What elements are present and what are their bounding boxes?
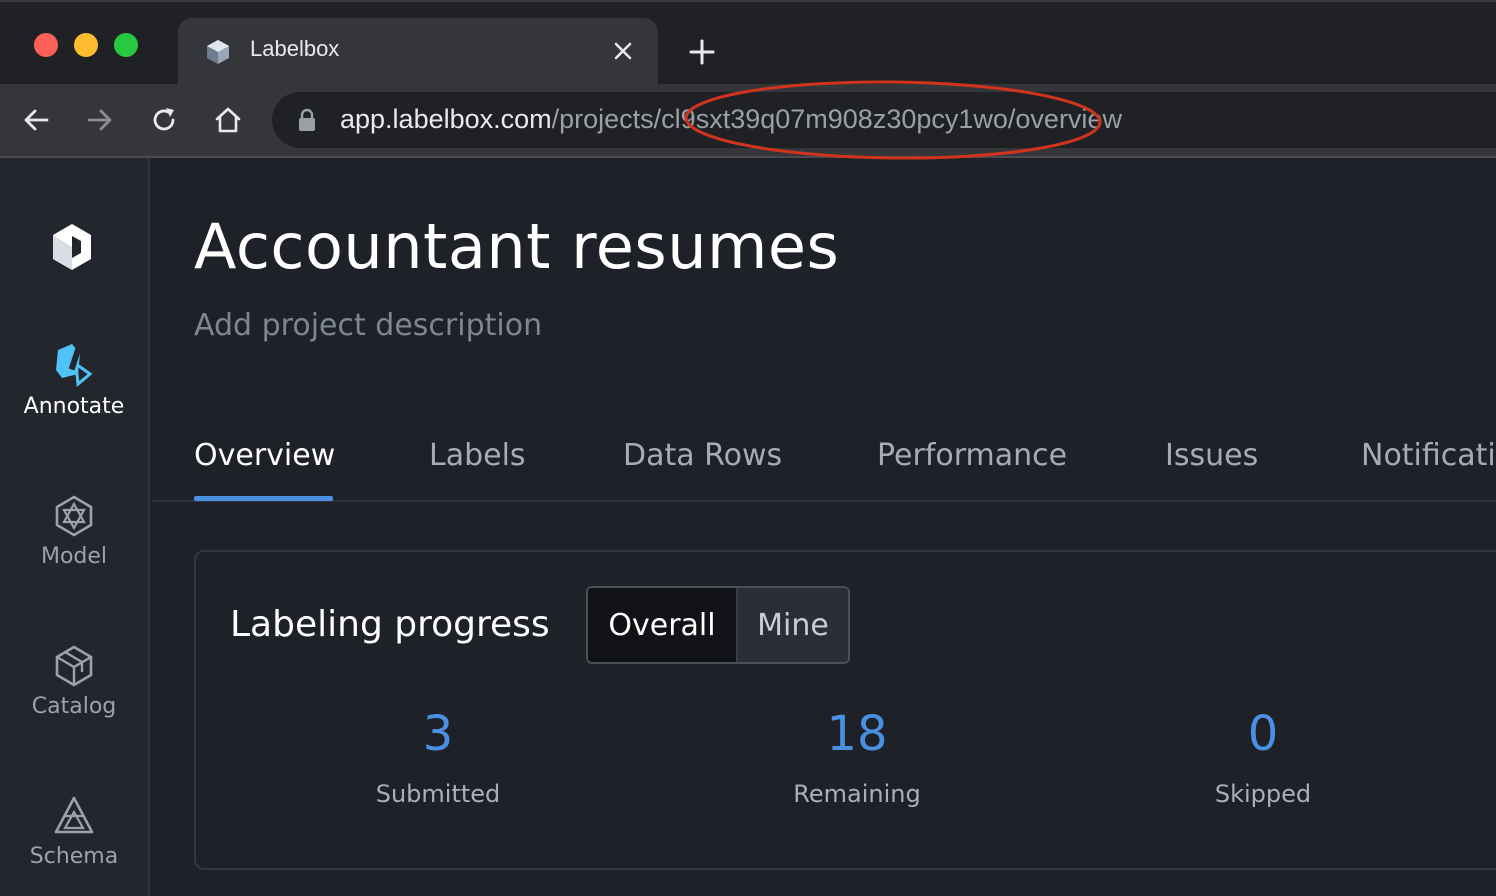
tab-title: Labelbox: [250, 36, 340, 61]
home-icon[interactable]: [210, 102, 246, 138]
project-description-field[interactable]: Add project description: [194, 308, 542, 343]
tab-issues[interactable]: Issues: [1165, 438, 1258, 473]
reload-icon[interactable]: [146, 102, 182, 138]
forward-arrow-icon[interactable]: [82, 102, 118, 138]
close-tab-icon[interactable]: [608, 36, 638, 66]
browser-tab-strip: Labelbox: [0, 0, 1496, 86]
overall-toggle-button[interactable]: Overall: [588, 588, 736, 662]
mine-toggle-button[interactable]: Mine: [736, 588, 848, 662]
sidebar-item-label: Catalog: [31, 694, 117, 719]
labelbox-logo-icon[interactable]: [50, 222, 94, 272]
stat-submitted: 3 Submitted: [318, 702, 558, 808]
progress-scope-toggle: Overall Mine: [586, 586, 850, 664]
project-tabs: Overview Labels Data Rows Performance Is…: [152, 420, 1496, 502]
stat-value[interactable]: 3: [318, 702, 558, 766]
stat-value[interactable]: 0: [1143, 702, 1383, 766]
model-icon: [55, 495, 93, 537]
sidebar-item-catalog[interactable]: Catalog: [0, 644, 148, 719]
sidebar-item-schema[interactable]: Schema: [0, 794, 148, 869]
url-host: app.labelbox.com: [340, 104, 552, 134]
app-sidebar: Annotate Model Catalog Schema: [0, 158, 150, 896]
sidebar-item-annotate[interactable]: Annotate: [0, 344, 148, 419]
url-text[interactable]: app.labelbox.com/projects/cl9sxt39q07m90…: [340, 104, 1122, 135]
sidebar-item-label: Annotate: [23, 394, 125, 419]
stat-value[interactable]: 18: [737, 702, 977, 766]
tab-performance[interactable]: Performance: [877, 438, 1067, 473]
address-bar[interactable]: app.labelbox.com/projects/cl9sxt39q07m90…: [272, 92, 1496, 148]
maximize-window-button[interactable]: [114, 33, 138, 57]
browser-toolbar: app.labelbox.com/projects/cl9sxt39q07m90…: [0, 84, 1496, 158]
url-tail: /overview: [1007, 104, 1122, 134]
stat-label: Skipped: [1214, 780, 1312, 808]
catalog-icon: [55, 645, 93, 687]
stat-label: Submitted: [375, 780, 501, 808]
back-arrow-icon[interactable]: [18, 102, 54, 138]
lock-icon: [299, 108, 315, 131]
stat-skipped: 0 Skipped: [1143, 702, 1383, 808]
labelbox-favicon-icon: [207, 40, 229, 64]
sidebar-item-label: Model: [40, 544, 108, 569]
stat-label: Remaining: [793, 780, 921, 808]
tab-notifications[interactable]: Notificati: [1361, 438, 1496, 473]
tab-data-rows[interactable]: Data Rows: [623, 438, 782, 473]
schema-icon: [54, 796, 94, 834]
tab-overview[interactable]: Overview: [194, 438, 335, 473]
labeling-progress-card: Labeling progress Overall Mine 3 Submitt…: [194, 550, 1496, 870]
close-window-button[interactable]: [34, 33, 58, 57]
sidebar-item-label: Schema: [29, 844, 119, 869]
browser-tab[interactable]: Labelbox: [178, 18, 658, 86]
url-path: /projects/cl9sxt39q07m908z30pcy1wo: [551, 104, 1008, 134]
minimize-window-button[interactable]: [74, 33, 98, 57]
tab-labels[interactable]: Labels: [429, 438, 526, 473]
stat-remaining: 18 Remaining: [737, 702, 977, 808]
sidebar-item-model[interactable]: Model: [0, 494, 148, 569]
new-tab-icon[interactable]: [684, 34, 720, 70]
active-tab-indicator: [194, 496, 333, 501]
labeling-progress-title: Labeling progress: [230, 604, 550, 645]
project-title[interactable]: Accountant resumes: [194, 210, 839, 283]
annotate-icon: [56, 344, 93, 387]
